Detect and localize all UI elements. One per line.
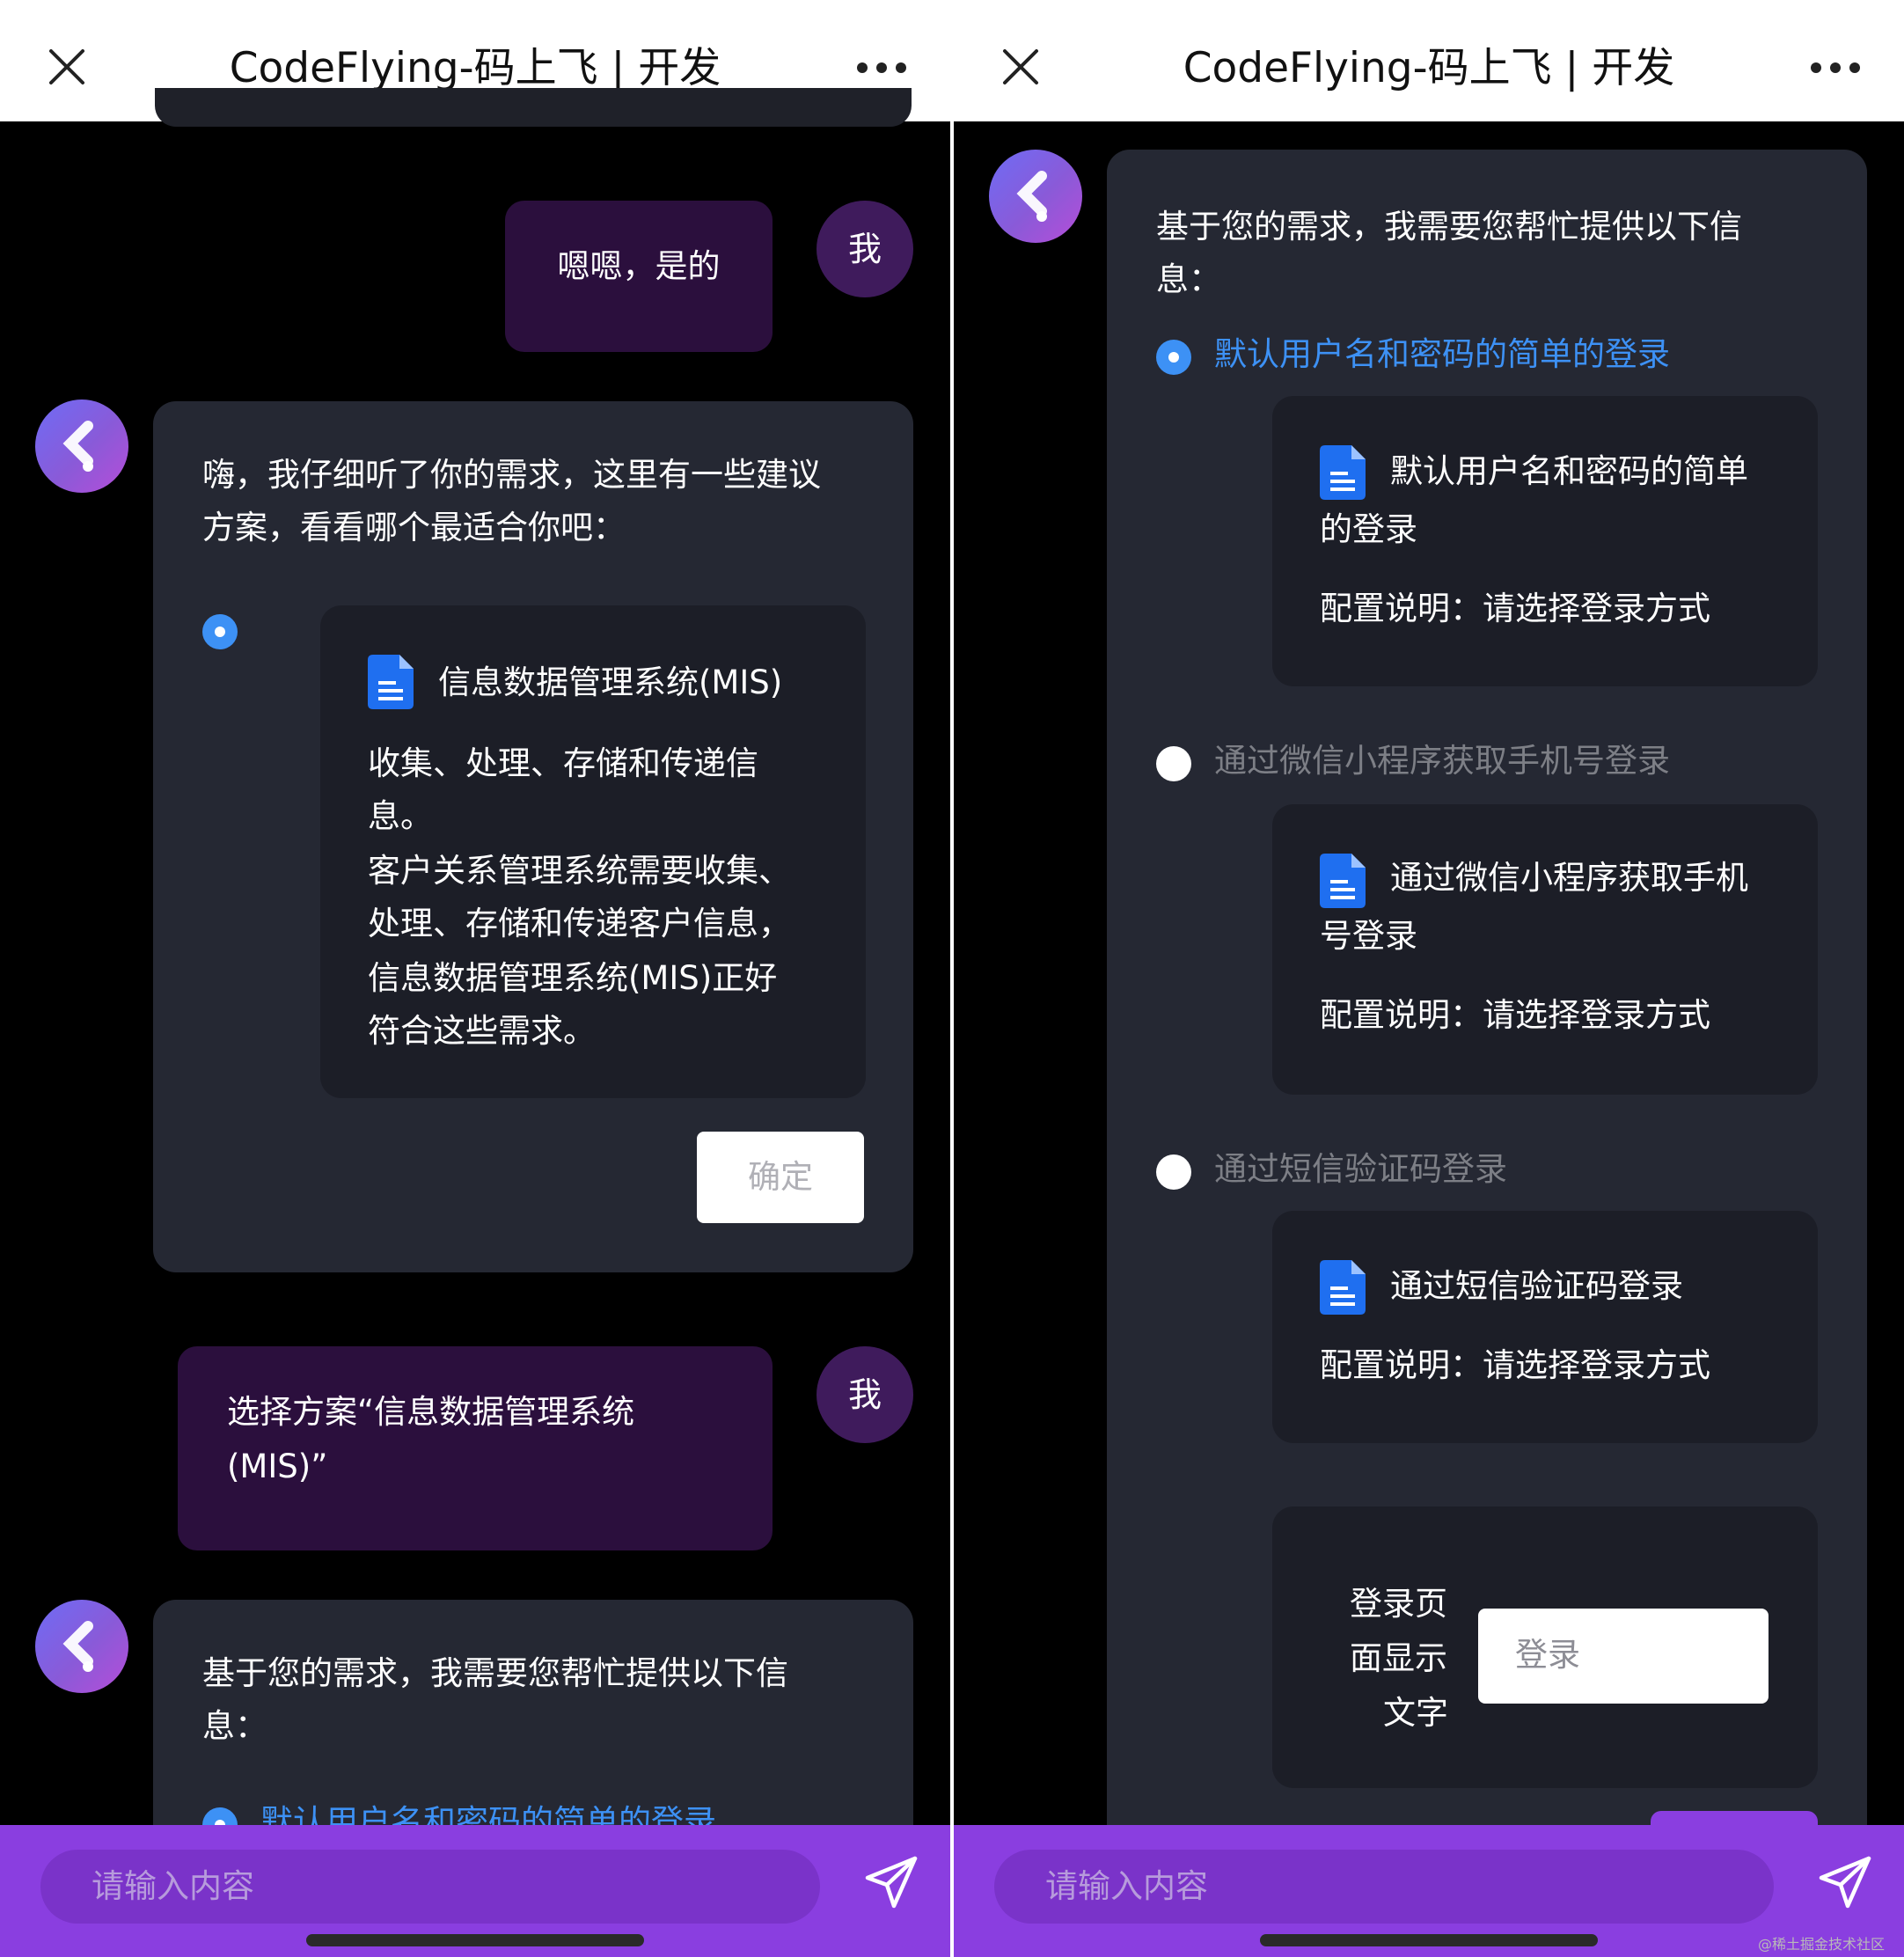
option-radio-selected[interactable]: [1156, 340, 1191, 375]
home-indicator: [1260, 1934, 1598, 1946]
more-icon[interactable]: [1809, 55, 1862, 81]
message-input[interactable]: 请输入内容: [40, 1850, 820, 1924]
user-message-line: (MIS)”: [227, 1448, 328, 1485]
option-radio-selected[interactable]: [202, 614, 238, 649]
option-card-title: 默认用户名和密码的简单: [1390, 452, 1748, 490]
input-bar: 请输入内容: [0, 1825, 950, 1957]
option-label[interactable]: 通过微信小程序获取手机号登录: [1214, 739, 1670, 783]
bot-avatar: [35, 399, 128, 493]
option-desc-line: 符合这些需求。: [368, 1012, 596, 1050]
option-config: 配置说明：请选择登录方式: [1320, 996, 1710, 1034]
option-label[interactable]: 通过短信验证码登录: [1214, 1147, 1507, 1191]
option-card-title: 号登录: [1320, 917, 1417, 955]
bot-logo-icon: [1016, 171, 1047, 222]
option-label[interactable]: 默认用户名和密码的简单的登录: [1214, 333, 1670, 377]
bot-message-line: 嗨，我仔细听了你的需求，这里有一些建议: [202, 456, 821, 494]
document-icon: [1320, 854, 1366, 908]
confirm-button[interactable]: 确定: [697, 1132, 864, 1223]
bot-avatar: [989, 150, 1082, 243]
home-indicator: [306, 1934, 644, 1946]
bot-logo-icon: [62, 1621, 93, 1672]
send-icon[interactable]: [1818, 1855, 1872, 1909]
option-card[interactable]: 通过短信验证码登录 配置说明：请选择登录方式: [1272, 1211, 1818, 1443]
option-radio[interactable]: [1156, 1154, 1191, 1190]
option-radio[interactable]: [1156, 746, 1191, 781]
bot-message-card: 嗨，我仔细听了你的需求，这里有一些建议 方案，看看哪个最适合你吧： 信息数据管理…: [153, 401, 913, 1272]
option-desc-line: 处理、存储和传递客户信息，: [368, 905, 791, 942]
bot-message-line: 息：: [1156, 260, 1221, 298]
document-icon: [1320, 445, 1366, 500]
field-label-line: 面显示: [1350, 1639, 1447, 1677]
document-icon: [368, 655, 414, 709]
option-card[interactable]: 信息数据管理系统(MIS) 收集、处理、存储和传递信 息。 客户关系管理系统需要…: [320, 605, 866, 1098]
field-label-line: 登录页: [1350, 1585, 1447, 1623]
option-card[interactable]: 通过微信小程序获取手机 号登录 配置说明：请选择登录方式: [1272, 804, 1818, 1095]
page-title: CodeFlying-码上飞 | 开发: [229, 44, 721, 92]
chat-panel-right: CodeFlying-码上飞 | 开发 基于您的需求，我需要您帮忙提供以下信 息…: [954, 0, 1904, 1957]
page-title: CodeFlying-码上飞 | 开发: [1183, 44, 1675, 92]
option-config: 配置说明：请选择登录方式: [1320, 1346, 1710, 1384]
bot-message-line: 息：: [202, 1707, 267, 1745]
user-message-line: 选择方案“信息数据管理系统: [227, 1393, 635, 1431]
login-text-input[interactable]: 登录: [1478, 1609, 1769, 1704]
option-desc-line: 收集、处理、存储和传递信: [368, 744, 758, 782]
document-icon: [1320, 1260, 1366, 1315]
option-desc-line: 信息数据管理系统(MIS)正好: [368, 959, 778, 997]
user-message: 选择方案“信息数据管理系统 (MIS)”: [178, 1346, 773, 1550]
option-card-title: 通过短信验证码登录: [1390, 1267, 1683, 1305]
user-message: 嗯嗯，是的: [505, 201, 773, 352]
option-desc-line: 息。: [368, 797, 433, 835]
option-title: 信息数据管理系统(MIS): [438, 663, 783, 701]
option-card-title: 通过微信小程序获取手机: [1390, 859, 1748, 897]
user-message-text: 嗯嗯，是的: [557, 247, 721, 285]
previous-message-card: [155, 88, 912, 127]
login-text-field-card: 登录页 面显示 文字 登录: [1272, 1506, 1818, 1788]
avatar: 我: [817, 201, 913, 297]
field-label-line: 文字: [1383, 1694, 1448, 1732]
bot-message-card: 基于您的需求，我需要您帮忙提供以下信 息： 默认用户名和密码的简单的登录 默认用…: [1107, 150, 1867, 1957]
chat-panel-left: CodeFlying-码上飞 | 开发 嗯嗯，是的 我 嗨，我仔细听了你的需求，…: [0, 0, 950, 1957]
message-input[interactable]: 请输入内容: [994, 1850, 1774, 1924]
bot-message-line: 方案，看看哪个最适合你吧：: [202, 509, 626, 546]
option-card-title: 的登录: [1320, 510, 1417, 548]
bot-message-line: 基于您的需求，我需要您帮忙提供以下信: [202, 1654, 788, 1692]
bot-logo-icon: [62, 421, 93, 472]
avatar: 我: [817, 1346, 913, 1443]
watermark: @稀土掘金技术社区: [1758, 1936, 1886, 1953]
send-icon[interactable]: [864, 1855, 919, 1909]
bot-avatar: [35, 1600, 128, 1693]
option-config: 配置说明：请选择登录方式: [1320, 590, 1710, 627]
option-card[interactable]: 默认用户名和密码的简单 的登录 配置说明：请选择登录方式: [1272, 396, 1818, 686]
more-icon[interactable]: [855, 55, 908, 81]
header: CodeFlying-码上飞 | 开发: [954, 0, 1904, 121]
bot-message-line: 基于您的需求，我需要您帮忙提供以下信: [1156, 208, 1742, 246]
option-desc-line: 客户关系管理系统需要收集、: [368, 852, 791, 890]
